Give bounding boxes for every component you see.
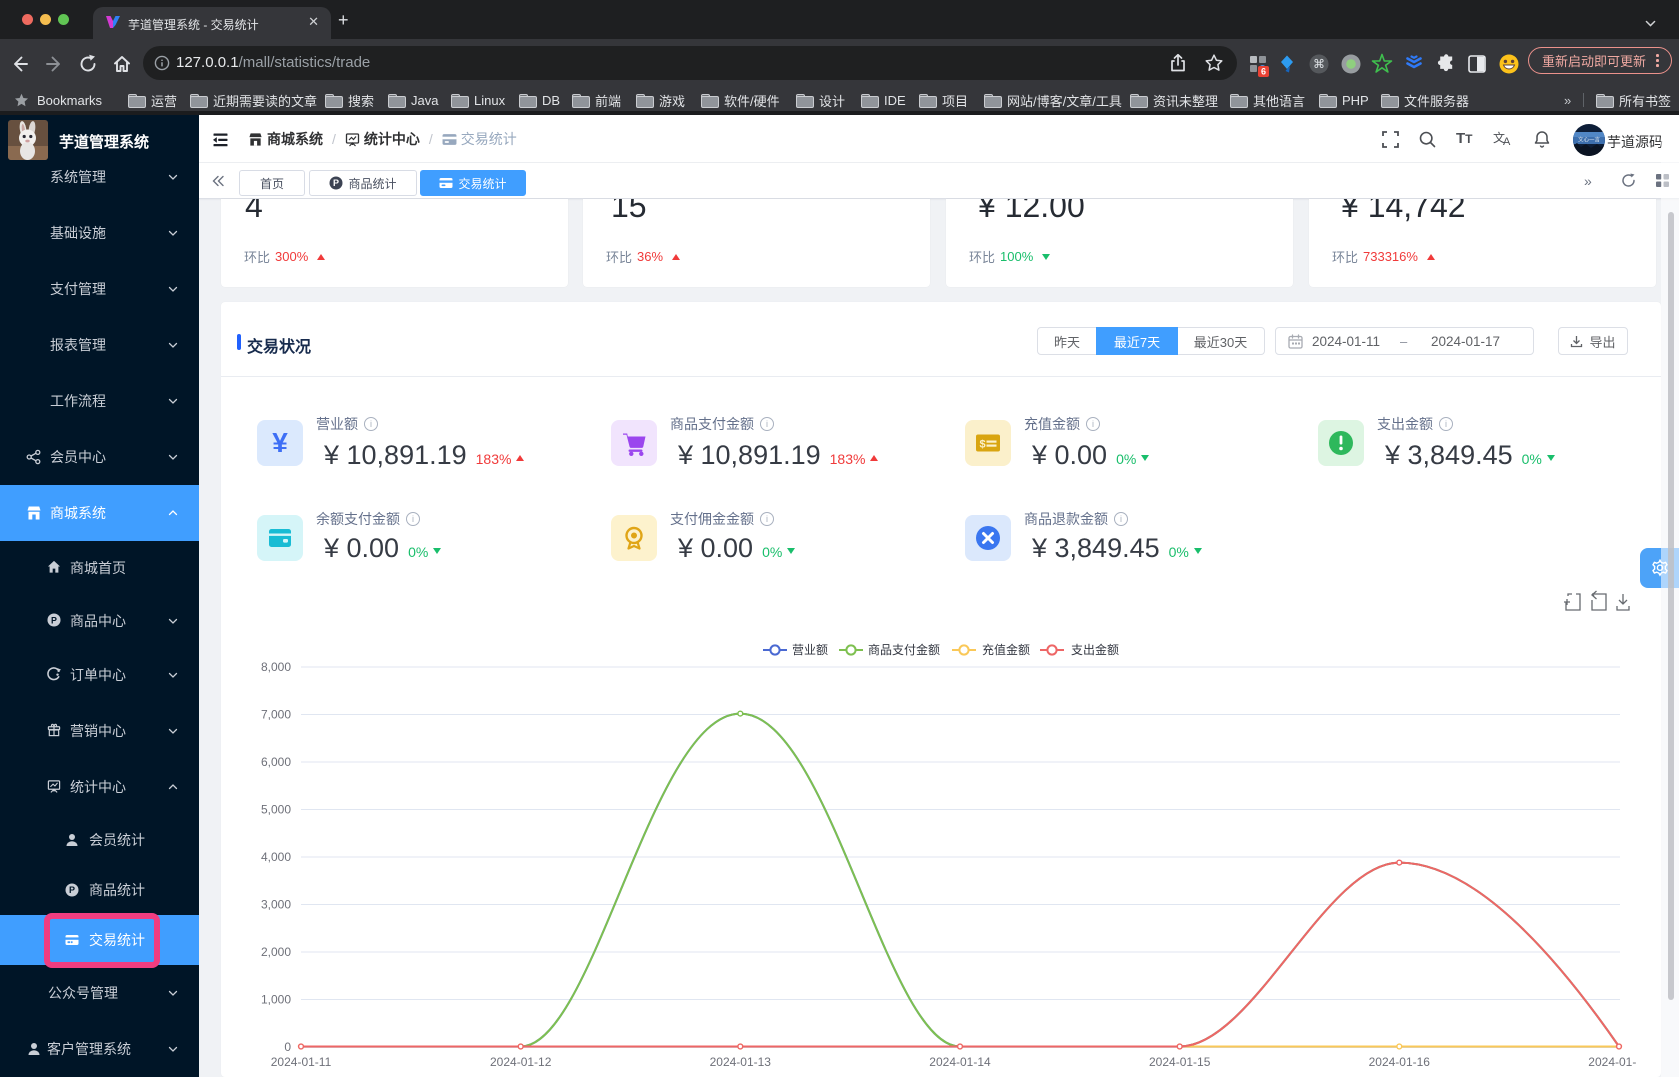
svg-text:2024-01-17: 2024-01-17 xyxy=(1588,1055,1650,1069)
svg-text:支出金额: 支出金额 xyxy=(1071,642,1119,657)
svg-text:2024-01-11: 2024-01-11 xyxy=(271,1055,332,1069)
svg-text:6,000: 6,000 xyxy=(261,755,291,769)
svg-text:2024-01-14: 2024-01-14 xyxy=(929,1055,991,1069)
svg-text:2024-01-12: 2024-01-12 xyxy=(490,1055,552,1069)
svg-text:2024-01-15: 2024-01-15 xyxy=(1149,1055,1211,1069)
svg-text:4,000: 4,000 xyxy=(261,850,291,864)
svg-text:1,000: 1,000 xyxy=(261,993,291,1007)
svg-text:商品支付金额: 商品支付金额 xyxy=(868,642,940,657)
svg-text:2,000: 2,000 xyxy=(261,945,291,959)
svg-text:充值金额: 充值金额 xyxy=(982,642,1030,657)
svg-text:8,000: 8,000 xyxy=(261,660,291,674)
svg-text:营业额: 营业额 xyxy=(792,643,828,657)
svg-text:2024-01-13: 2024-01-13 xyxy=(710,1055,772,1069)
svg-text:7,000: 7,000 xyxy=(261,708,291,722)
svg-text:2024-01-16: 2024-01-16 xyxy=(1369,1055,1431,1069)
svg-text:0: 0 xyxy=(284,1040,291,1054)
svg-text:5,000: 5,000 xyxy=(261,803,291,817)
svg-text:3,000: 3,000 xyxy=(261,898,291,912)
